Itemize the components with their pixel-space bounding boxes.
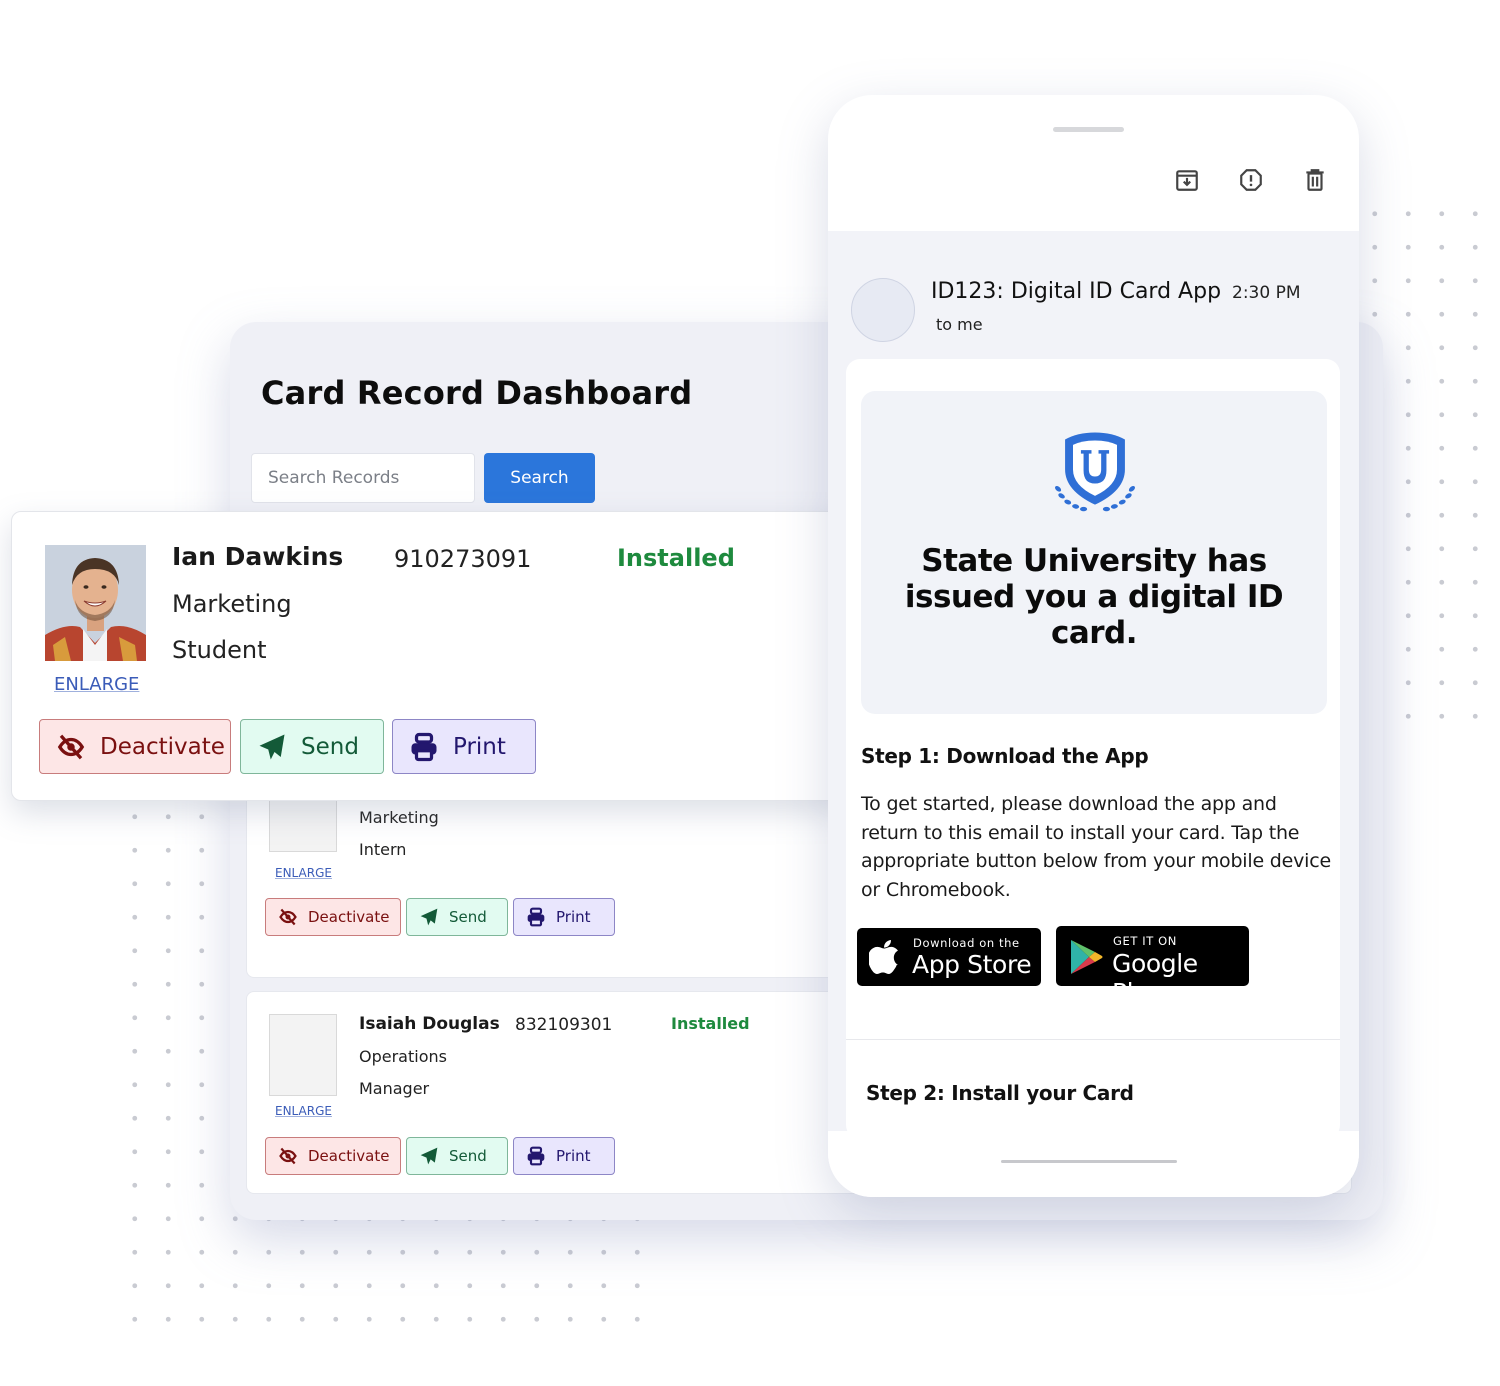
record-role: Student bbox=[172, 636, 267, 664]
printer-icon bbox=[527, 1146, 545, 1166]
sender-avatar bbox=[851, 278, 915, 342]
print-label: Print bbox=[556, 908, 591, 926]
person-portrait-icon bbox=[45, 545, 146, 661]
send-label: Send bbox=[449, 1147, 487, 1165]
step2-title: Step 2: Install your Card bbox=[866, 1081, 1134, 1105]
enlarge-link[interactable]: ENLARGE bbox=[275, 1104, 332, 1118]
deactivate-button[interactable]: Deactivate bbox=[265, 898, 401, 936]
search-input[interactable] bbox=[251, 453, 475, 503]
eye-slash-icon bbox=[279, 1147, 297, 1165]
google-play-button[interactable]: GET IT ON Google Play bbox=[1056, 926, 1249, 1007]
phone-bottom-bar bbox=[828, 1136, 1359, 1197]
featured-record-card: ENLARGE Ian Dawkins 910273091 Installed … bbox=[11, 511, 851, 801]
record-name: Isaiah Douglas bbox=[359, 1014, 500, 1034]
eye-slash-icon bbox=[279, 908, 297, 926]
record-id-number: 910273091 bbox=[394, 545, 532, 573]
google-play-big-text: Google Play bbox=[1112, 949, 1198, 1007]
printer-icon bbox=[411, 732, 437, 761]
record-role: Manager bbox=[359, 1079, 430, 1098]
send-button[interactable]: Send bbox=[406, 898, 508, 936]
hero-title: State University has issued you a digita… bbox=[904, 543, 1284, 651]
paper-plane-icon bbox=[420, 1147, 438, 1165]
record-role: Intern bbox=[359, 840, 407, 859]
deactivate-button[interactable]: Deactivate bbox=[265, 1137, 401, 1175]
email-body: State University has issued you a digita… bbox=[846, 359, 1340, 1139]
record-department: Marketing bbox=[172, 590, 292, 618]
email-view: ID123: Digital ID Card App 2:30 PM to me bbox=[828, 231, 1359, 1139]
status-badge: Installed bbox=[671, 1014, 750, 1033]
print-button[interactable]: Print bbox=[513, 898, 615, 936]
print-button[interactable]: Print bbox=[392, 719, 536, 774]
university-crest-icon bbox=[1054, 432, 1136, 512]
app-store-small-text: Download on the bbox=[913, 936, 1020, 950]
email-hero: State University has issued you a digita… bbox=[861, 391, 1327, 714]
print-label: Print bbox=[556, 1147, 591, 1165]
phone-notch bbox=[1053, 127, 1124, 132]
deactivate-button[interactable]: Deactivate bbox=[39, 719, 231, 774]
email-recipient: to me bbox=[936, 315, 983, 334]
paper-plane-icon bbox=[420, 908, 438, 926]
record-name: Ian Dawkins bbox=[172, 542, 344, 571]
app-store-big-text: App Store bbox=[912, 950, 1032, 979]
step1-title: Step 1: Download the App bbox=[861, 744, 1149, 768]
enlarge-link[interactable]: ENLARGE bbox=[54, 674, 139, 695]
print-label: Print bbox=[453, 733, 506, 760]
record-department: Marketing bbox=[359, 808, 439, 827]
record-department: Operations bbox=[359, 1047, 447, 1066]
step1-text: To get started, please download the app … bbox=[861, 793, 1332, 901]
printer-icon bbox=[527, 907, 545, 927]
profile-photo bbox=[45, 545, 146, 661]
email-time: 2:30 PM bbox=[1232, 283, 1301, 303]
phone-email-mockup: ID123: Digital ID Card App 2:30 PM to me bbox=[828, 95, 1359, 1197]
send-button[interactable]: Send bbox=[406, 1137, 508, 1175]
delete-icon[interactable] bbox=[1302, 167, 1328, 193]
print-button[interactable]: Print bbox=[513, 1137, 615, 1175]
enlarge-link[interactable]: ENLARGE bbox=[275, 866, 332, 880]
google-play-icon bbox=[1071, 940, 1103, 974]
deactivate-label: Deactivate bbox=[100, 733, 225, 760]
search-button[interactable]: Search bbox=[484, 453, 595, 503]
archive-icon[interactable] bbox=[1174, 167, 1200, 193]
page-title: Card Record Dashboard bbox=[261, 374, 693, 412]
section-divider bbox=[846, 1039, 1340, 1040]
send-label: Send bbox=[301, 733, 359, 760]
send-button[interactable]: Send bbox=[240, 719, 384, 774]
photo-placeholder bbox=[269, 1014, 337, 1096]
paper-plane-icon bbox=[259, 734, 285, 759]
apple-icon bbox=[869, 940, 899, 974]
record-id-number: 832109301 bbox=[515, 1015, 613, 1035]
eye-slash-icon bbox=[57, 734, 85, 759]
home-indicator[interactable] bbox=[1001, 1160, 1177, 1163]
email-sender: ID123: Digital ID Card App bbox=[931, 279, 1222, 304]
app-store-button[interactable]: Download on the App Store bbox=[857, 928, 1041, 986]
google-play-small-text: GET IT ON bbox=[1113, 934, 1177, 948]
deactivate-label: Deactivate bbox=[308, 908, 390, 926]
send-label: Send bbox=[449, 908, 487, 926]
deactivate-label: Deactivate bbox=[308, 1147, 390, 1165]
status-badge: Installed bbox=[617, 544, 735, 572]
report-spam-icon[interactable] bbox=[1238, 167, 1264, 193]
